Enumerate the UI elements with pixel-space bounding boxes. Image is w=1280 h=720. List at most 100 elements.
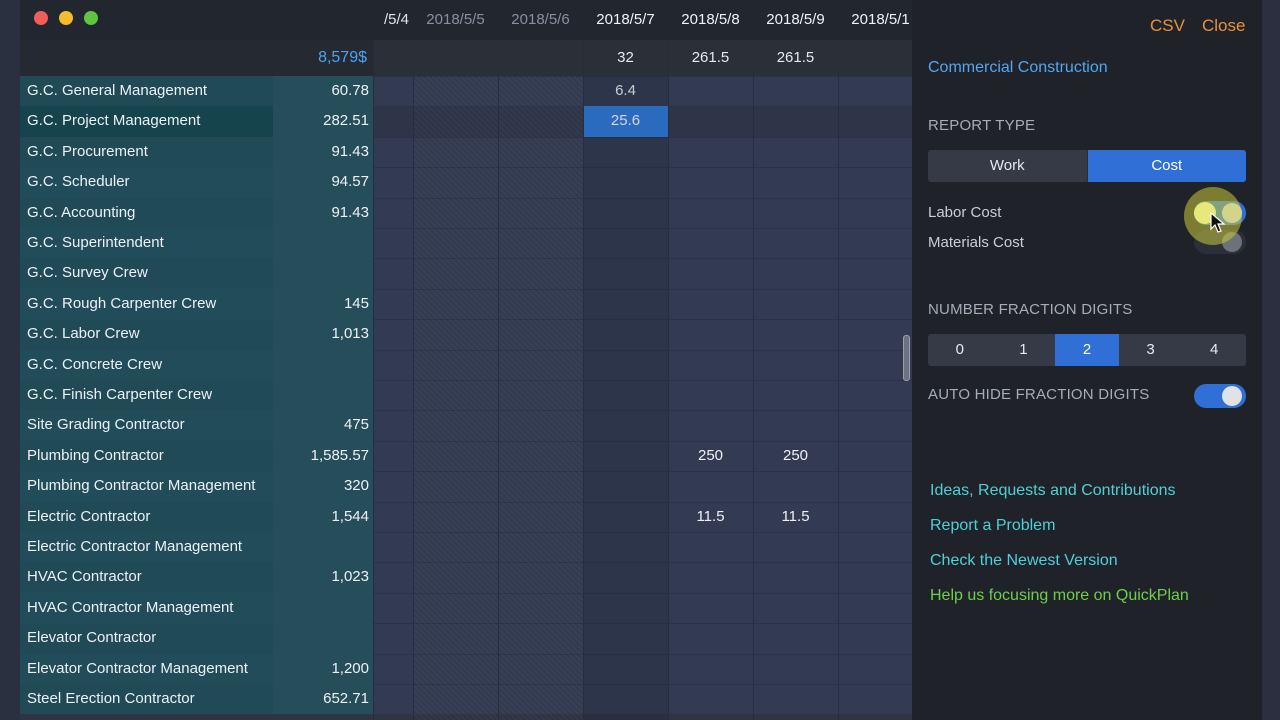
cost-cell[interactable] — [583, 532, 668, 562]
cost-cell[interactable] — [583, 380, 668, 410]
table-row[interactable]: Plumbing Contractor 1,585.57 250 250 — [20, 440, 912, 472]
cost-cell[interactable] — [753, 623, 838, 653]
table-row[interactable]: Elevator Contractor — [20, 623, 912, 654]
resource-name[interactable]: HVAC Contractor Management — [20, 592, 273, 624]
resource-name[interactable]: G.C. General Management — [20, 76, 273, 107]
cost-cell[interactable] — [353, 289, 413, 319]
cost-cell[interactable] — [838, 350, 912, 380]
fraction-digits-option[interactable]: 4 — [1182, 334, 1246, 366]
resource-name[interactable]: G.C. Scheduler — [20, 167, 273, 198]
table-row[interactable]: HVAC Contractor 1,023 — [20, 562, 912, 593]
cost-cell[interactable] — [583, 228, 668, 258]
resource-name[interactable]: Plumbing Contractor Management — [20, 471, 273, 502]
resource-name[interactable]: G.C. Rough Carpenter Crew — [20, 288, 273, 320]
table-row[interactable]: Electric Contractor 1,544 11.5 11.5 — [20, 501, 912, 532]
cost-cell[interactable] — [838, 289, 912, 319]
cost-cell[interactable] — [838, 228, 912, 258]
cost-cell[interactable] — [413, 380, 498, 410]
cost-cell[interactable] — [838, 319, 912, 349]
date-column-header[interactable]: 2018/5/5 — [413, 0, 498, 40]
table-row[interactable]: G.C. Scheduler 94.57 — [20, 167, 912, 198]
date-column-header[interactable]: 2018/5/7 — [583, 0, 668, 40]
cost-cell[interactable] — [753, 137, 838, 167]
cost-cell[interactable] — [753, 471, 838, 501]
date-column-header[interactable]: 2018/5/8 — [668, 0, 753, 40]
cost-cell[interactable] — [668, 258, 753, 288]
cost-cell[interactable] — [498, 106, 583, 136]
cost-cell[interactable] — [753, 289, 838, 319]
cost-cell[interactable] — [668, 562, 753, 592]
cost-cell[interactable] — [413, 502, 498, 532]
resource-name[interactable]: G.C. Finish Carpenter Crew — [20, 380, 273, 411]
cost-cell[interactable] — [498, 228, 583, 258]
cost-cell[interactable] — [838, 137, 912, 167]
cost-cell[interactable] — [583, 654, 668, 684]
resource-name[interactable]: G.C. Survey Crew — [20, 258, 273, 289]
cost-cell[interactable] — [413, 106, 498, 136]
cost-cell[interactable]: 11.5 — [668, 502, 753, 532]
cost-cell[interactable] — [413, 623, 498, 653]
cost-cell[interactable] — [498, 684, 583, 714]
cost-cell[interactable] — [413, 684, 498, 714]
cost-cell[interactable] — [838, 562, 912, 592]
cost-cell[interactable] — [413, 471, 498, 501]
table-row[interactable]: Electric Contractor Management — [20, 532, 912, 563]
date-column-header[interactable]: 2018/5/1 — [838, 0, 912, 40]
fraction-digits-option[interactable]: 1 — [992, 334, 1056, 366]
close-button[interactable]: Close — [1202, 16, 1245, 36]
cost-cell[interactable] — [413, 532, 498, 562]
split-view-handle[interactable] — [903, 335, 910, 381]
cost-cell[interactable] — [413, 319, 498, 349]
cost-cell[interactable] — [413, 76, 498, 106]
cost-cell[interactable] — [838, 593, 912, 623]
cost-cell[interactable] — [753, 258, 838, 288]
cost-cell[interactable] — [498, 167, 583, 197]
fraction-digits-option[interactable]: 2 — [1055, 334, 1119, 366]
resource-name[interactable]: Elevator Contractor Management — [20, 653, 273, 684]
check-version-link[interactable]: Check the Newest Version — [930, 552, 1118, 570]
date-column-header[interactable]: 2018/5/9 — [753, 0, 838, 40]
zoom-window-button[interactable] — [84, 11, 98, 25]
cost-cell[interactable] — [498, 350, 583, 380]
cost-cell[interactable] — [353, 684, 413, 714]
cost-cell[interactable] — [498, 441, 583, 471]
cost-cell[interactable] — [583, 441, 668, 471]
cost-cell[interactable]: 250 — [668, 441, 753, 471]
resource-name[interactable]: Electric Contractor Management — [20, 532, 273, 563]
cost-cell[interactable] — [413, 258, 498, 288]
date-column-header[interactable]: 2018/5/6 — [498, 0, 583, 40]
resource-name[interactable]: Steel Erection Contractor — [20, 684, 273, 715]
cost-cell[interactable] — [413, 167, 498, 197]
report-type-work-button[interactable]: Work — [928, 150, 1088, 182]
cost-cell[interactable] — [583, 471, 668, 501]
cost-cell[interactable] — [583, 410, 668, 440]
table-row[interactable]: G.C. General Management 60.78 6.4 — [20, 76, 912, 107]
cost-cell[interactable] — [838, 76, 912, 106]
resource-name[interactable]: Electric Contractor — [20, 501, 273, 532]
cost-cell[interactable] — [413, 654, 498, 684]
minimize-window-button[interactable] — [59, 11, 73, 25]
project-name[interactable]: Commercial Construction — [928, 59, 1108, 77]
cost-cell[interactable] — [353, 76, 413, 106]
table-row[interactable]: Steel Erection Contractor 652.71 — [20, 684, 912, 715]
cost-cell[interactable] — [668, 471, 753, 501]
cost-cell[interactable] — [498, 198, 583, 228]
cost-cell[interactable] — [498, 137, 583, 167]
table-row[interactable]: G.C. Labor Crew 1,013 — [20, 319, 912, 350]
cost-cell[interactable] — [583, 502, 668, 532]
cost-cell[interactable] — [753, 380, 838, 410]
cost-cell[interactable] — [753, 410, 838, 440]
cost-cell[interactable] — [353, 471, 413, 501]
cost-cell[interactable] — [668, 532, 753, 562]
cost-cell[interactable] — [353, 228, 413, 258]
cost-cell[interactable] — [668, 593, 753, 623]
cost-cell[interactable] — [668, 198, 753, 228]
table-row[interactable]: G.C. Procurement 91.43 — [20, 136, 912, 168]
cost-cell[interactable] — [413, 289, 498, 319]
cost-cell[interactable] — [838, 502, 912, 532]
cost-cell[interactable] — [583, 319, 668, 349]
resource-name[interactable]: G.C. Project Management — [20, 106, 273, 137]
cost-cell[interactable] — [498, 76, 583, 106]
report-problem-link[interactable]: Report a Problem — [930, 517, 1055, 535]
cost-cell[interactable] — [753, 228, 838, 258]
